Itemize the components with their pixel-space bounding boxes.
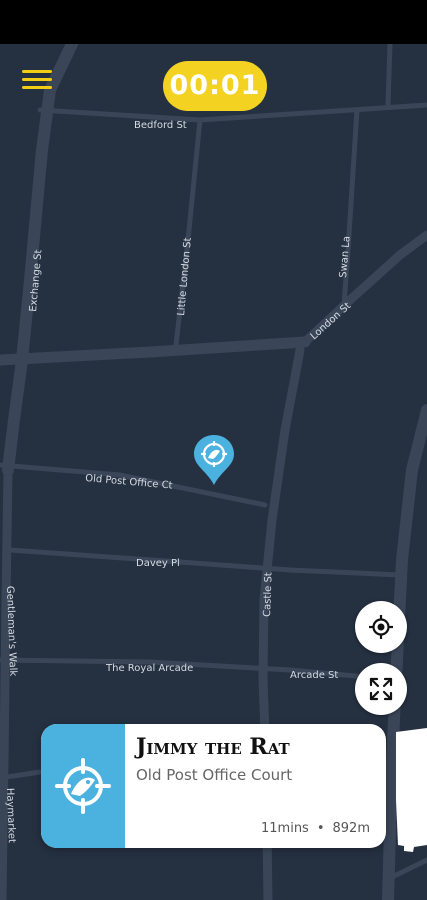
- street-label-the-royal-arcade: The Royal Arcade: [105, 663, 193, 674]
- street-label-davey-pl: Davey Pl: [136, 558, 180, 569]
- locate-me-button[interactable]: [355, 601, 407, 653]
- crosshair-locate-icon: [369, 615, 393, 639]
- menu-button[interactable]: [22, 70, 52, 92]
- timer-badge: 00:01: [163, 61, 267, 111]
- card-subtitle: Old Post Office Court: [136, 766, 293, 784]
- card-title: Jimmy the Rat: [136, 734, 290, 760]
- card-meta: 11mins • 892m: [261, 821, 370, 836]
- hamburger-menu-icon: [22, 70, 52, 73]
- travel-duration: 11mins: [261, 821, 309, 836]
- map-building: [396, 728, 427, 852]
- map-pin-icon: [194, 435, 234, 485]
- location-card[interactable]: Jimmy the Rat Old Post Office Court 11mi…: [41, 724, 386, 848]
- status-bar: [0, 0, 427, 44]
- meta-separator: •: [316, 821, 325, 836]
- card-icon-panel: [41, 724, 125, 848]
- street-label-bedford-st: Bedford St: [134, 120, 187, 131]
- street-label-arcade-st: Arcade St: [290, 670, 338, 681]
- expand-map-button[interactable]: [355, 663, 407, 715]
- travel-distance: 892m: [332, 821, 370, 836]
- street-label-castle-st: Castle St: [262, 572, 275, 617]
- location-marker[interactable]: [192, 433, 236, 487]
- street-label-haymarket: Haymarket: [4, 788, 17, 843]
- expand-arrows-icon: [369, 677, 393, 701]
- rat-crosshair-icon: [55, 758, 111, 814]
